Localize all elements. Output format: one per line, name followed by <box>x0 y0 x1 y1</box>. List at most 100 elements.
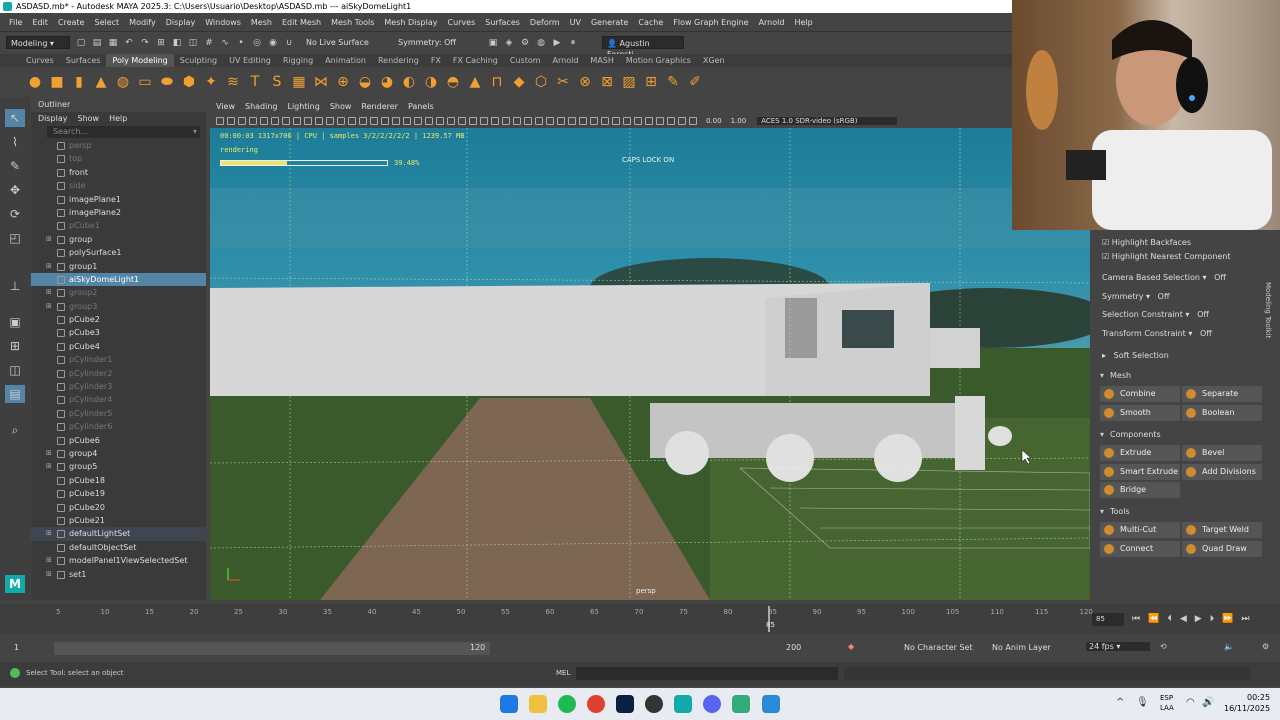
shelf-tab[interactable]: Sculpting <box>174 54 223 67</box>
outliner-row[interactable]: persp <box>31 139 206 152</box>
select-tool-icon[interactable]: ↖ <box>5 109 25 127</box>
combine-icon[interactable]: ▦ <box>290 73 308 91</box>
four-view-icon[interactable]: ⊞ <box>5 337 25 355</box>
mesh-section-header[interactable]: Mesh <box>1096 369 1272 383</box>
snap-view-icon[interactable]: ◎ <box>252 38 262 48</box>
maya-m-icon[interactable]: M <box>5 575 25 593</box>
menu-item[interactable]: Create <box>53 18 90 27</box>
character-set-dropdown[interactable]: No Character Set <box>904 643 973 652</box>
viewport-toolbar-icon[interactable] <box>656 117 664 125</box>
viewport-toolbar-icon[interactable] <box>260 117 268 125</box>
viewport-toolbar-icon[interactable] <box>315 117 323 125</box>
outliner-row[interactable]: polySurface1 <box>31 246 206 259</box>
viewport-toolbar-icon[interactable] <box>590 117 598 125</box>
viewport-toolbar-icon[interactable] <box>601 117 609 125</box>
menu-item[interactable]: Surfaces <box>480 18 525 27</box>
viewport-toolbar-icon[interactable] <box>381 117 389 125</box>
outliner-row[interactable]: ⊞ group3 <box>31 300 206 313</box>
viewport-toolbar-icon[interactable] <box>271 117 279 125</box>
snap-grid-icon[interactable]: # <box>204 38 214 48</box>
expand-icon[interactable]: ⊞ <box>46 527 52 540</box>
menu-item[interactable]: Flow Graph Engine <box>668 18 753 27</box>
viewport-toolbar-icon[interactable] <box>414 117 422 125</box>
user-account-dropdown[interactable]: 👤 Agustin Foresti... <box>602 36 684 59</box>
shelf-tab[interactable]: FX Caching <box>447 54 504 67</box>
smooth-icon[interactable]: ◕ <box>378 73 396 91</box>
volume-icon[interactable]: 🔊 <box>1202 697 1214 708</box>
go-to-end-icon[interactable]: ⏭ <box>1241 614 1249 624</box>
anim-layer-dropdown[interactable]: No Anim Layer <box>992 643 1051 652</box>
menu-item[interactable]: Generate <box>586 18 633 27</box>
file-explorer-icon[interactable] <box>529 695 547 713</box>
expand-icon[interactable]: ⊞ <box>46 447 52 460</box>
viewport-toolbar-icon[interactable] <box>535 117 543 125</box>
menu-item[interactable]: Edit <box>27 18 53 27</box>
shelf-tab[interactable]: MASH <box>584 54 619 67</box>
shelf-tab[interactable]: Rendering <box>372 54 425 67</box>
viewport-toolbar-icon[interactable] <box>458 117 466 125</box>
viewport-toolbar-icon[interactable] <box>689 117 697 125</box>
live-surface-label[interactable]: No Live Surface <box>306 38 378 47</box>
viewport-toolbar-icon[interactable] <box>337 117 345 125</box>
viewport-toolbar-icon[interactable] <box>678 117 686 125</box>
viewport-toolbar-icon[interactable] <box>469 117 477 125</box>
viewport-toolbar-icon[interactable] <box>216 117 224 125</box>
pause-render-icon[interactable]: ⏸ <box>568 38 578 48</box>
quad-draw-button[interactable]: Quad Draw <box>1182 541 1262 557</box>
viewport-toolbar-icon[interactable] <box>491 117 499 125</box>
quad-draw-icon[interactable]: ⊠ <box>598 73 616 91</box>
viewport-menu-item[interactable]: Show <box>330 100 352 114</box>
viewport-toolbar-icon[interactable] <box>304 117 312 125</box>
extrude-button[interactable]: Extrude <box>1100 445 1180 461</box>
viewport-toolbar-icon[interactable] <box>645 117 653 125</box>
highlight-backfaces-checkbox[interactable]: ☑ Highlight Backfaces <box>1102 238 1191 247</box>
shelf-tab[interactable]: Curves <box>20 54 60 67</box>
viewport-toolbar-icon[interactable] <box>348 117 356 125</box>
photoshop-icon[interactable] <box>616 695 634 713</box>
select-object-icon[interactable]: ◧ <box>172 38 182 48</box>
menu-item[interactable]: Display <box>161 18 201 27</box>
windows-start-icon[interactable] <box>500 695 518 713</box>
viewport-toolbar-icon[interactable] <box>612 117 620 125</box>
super-shape-icon[interactable]: ✦ <box>202 73 220 91</box>
outliner-row[interactable]: ⊞ group5 <box>31 460 206 473</box>
shelf-tab[interactable]: Arnold <box>547 54 585 67</box>
shelf-tab[interactable]: Custom <box>504 54 547 67</box>
expand-icon[interactable]: ⊞ <box>46 286 52 299</box>
camera-based-selection[interactable]: Camera Based Selection ▾ Off <box>1102 273 1226 282</box>
two-view-icon[interactable]: ◫ <box>5 361 25 379</box>
separate-button[interactable]: Separate <box>1182 386 1262 402</box>
outliner-row[interactable]: pCube6 <box>31 434 206 447</box>
obs-icon[interactable] <box>645 695 663 713</box>
manipulator-icon[interactable]: ⊥ <box>5 277 25 295</box>
mode-dropdown[interactable]: Modeling ▾ <box>6 36 70 49</box>
viewport-toolbar-icon[interactable] <box>634 117 642 125</box>
expand-icon[interactable]: ⊞ <box>46 568 52 581</box>
arnold-render-icon[interactable]: ◍ <box>536 38 546 48</box>
viewport-toolbar-icon[interactable] <box>282 117 290 125</box>
outliner-row[interactable]: pCylinder3 <box>31 380 206 393</box>
remesh-icon[interactable]: ◐ <box>400 73 418 91</box>
menu-item[interactable]: Deform <box>525 18 565 27</box>
soft-selection-header[interactable]: ▸ Soft Selection <box>1102 351 1169 360</box>
viewport-scene[interactable] <box>210 128 1090 600</box>
outliner-row[interactable]: pCylinder1 <box>31 353 206 366</box>
symmetry-label[interactable]: Symmetry: Off <box>398 38 482 47</box>
bevel-button[interactable]: Bevel <box>1182 445 1262 461</box>
menu-item[interactable]: File <box>4 18 27 27</box>
fill-hole-icon[interactable]: ◓ <box>444 73 462 91</box>
viewport-toolbar-icon[interactable] <box>326 117 334 125</box>
mel-input[interactable] <box>576 667 838 680</box>
platonic-icon[interactable]: ⬢ <box>180 73 198 91</box>
poly-plane-icon[interactable]: ▭ <box>136 73 154 91</box>
shelf-tab[interactable]: Poly Modeling <box>106 54 174 67</box>
range-end-field[interactable]: 200 <box>786 643 801 652</box>
viewport-toolbar-icon[interactable] <box>293 117 301 125</box>
modeling-toolkit-side-tab[interactable]: Modeling Toolkit <box>1264 282 1272 338</box>
outliner-row[interactable]: defaultObjectSet <box>31 541 206 554</box>
append-icon[interactable]: ⬡ <box>532 73 550 91</box>
outliner-row[interactable]: ⊞ defaultLightSet <box>31 527 206 541</box>
viewport-toolbar-icon[interactable] <box>249 117 257 125</box>
menu-item[interactable]: Windows <box>200 18 246 27</box>
outliner-row[interactable]: imagePlane1 <box>31 193 206 206</box>
